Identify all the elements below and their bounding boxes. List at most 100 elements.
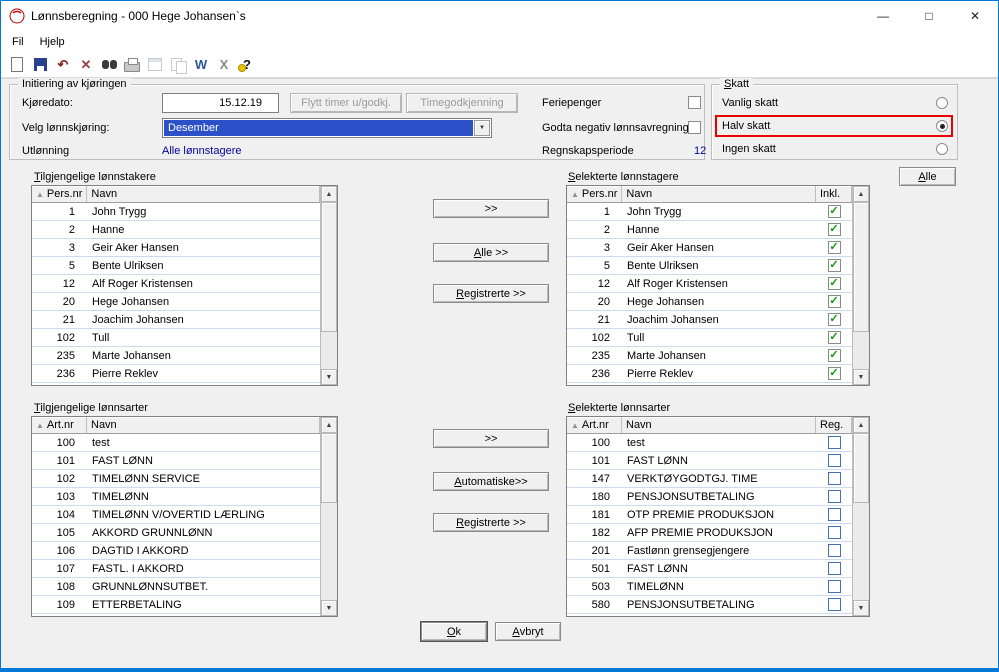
- row-checkbox-unchecked[interactable]: [828, 508, 841, 521]
- list-row[interactable]: 580PENSJONSUTBETALING: [567, 596, 852, 614]
- list-row[interactable]: 102TIMELØNN SERVICE: [32, 470, 320, 488]
- list-row[interactable]: 108GRUNNLØNNSUTBET.: [32, 578, 320, 596]
- row-checkbox-checked[interactable]: ✓: [828, 313, 841, 326]
- list-row[interactable]: 182AFP PREMIE PRODUKSJON: [567, 524, 852, 542]
- scroll-down-icon[interactable]: ▼: [853, 369, 869, 385]
- row-checkbox-checked[interactable]: ✓: [828, 331, 841, 344]
- list-row[interactable]: 106DAGTID I AKKORD: [32, 542, 320, 560]
- list-row[interactable]: 102Tull: [32, 329, 320, 347]
- row-checkbox-checked[interactable]: ✓: [828, 349, 841, 362]
- scroll-thumb[interactable]: [853, 433, 869, 503]
- list-row[interactable]: 101FAST LØNN: [567, 452, 852, 470]
- list-row[interactable]: 2Hanne: [32, 221, 320, 239]
- scroll-down-icon[interactable]: ▼: [853, 600, 869, 616]
- list-row[interactable]: 503TIMELØNN: [567, 578, 852, 596]
- row-checkbox-unchecked[interactable]: [828, 490, 841, 503]
- list-row[interactable]: 103TIMELØNN: [32, 488, 320, 506]
- list-row[interactable]: 235Marte Johansen✓: [567, 347, 852, 365]
- scroll-up-icon[interactable]: ▲: [321, 186, 337, 202]
- registered-paytypes-button[interactable]: Registrerte >>: [433, 513, 549, 532]
- column-header-navn[interactable]: Navn: [87, 186, 320, 202]
- find-icon[interactable]: [98, 55, 120, 75]
- list-row[interactable]: 1John Trygg: [32, 203, 320, 221]
- godta-negativ-checkbox[interactable]: [688, 121, 701, 134]
- list-row[interactable]: 105AKKORD GRUNNLØNN: [32, 524, 320, 542]
- row-checkbox-unchecked[interactable]: [828, 526, 841, 539]
- list-row[interactable]: 104TIMELØNN V/OVERTID LÆRLING: [32, 506, 320, 524]
- column-header-artnr[interactable]: ▲ Art.nr: [567, 417, 622, 433]
- vanlig-skatt-radio[interactable]: [936, 97, 948, 109]
- timegodkjenning-button[interactable]: Timegodkjenning: [406, 93, 518, 113]
- list-row[interactable]: 100test: [567, 434, 852, 452]
- list-row[interactable]: 101FAST LØNN: [32, 452, 320, 470]
- column-header-artnr[interactable]: ▲ Art.nr: [32, 417, 87, 433]
- list-row[interactable]: 147VERKTØYGODTGJ. TIME: [567, 470, 852, 488]
- list-row[interactable]: 501FAST LØNN: [567, 560, 852, 578]
- list-row[interactable]: 21Joachim Johansen: [32, 311, 320, 329]
- row-checkbox-unchecked[interactable]: [828, 544, 841, 557]
- list-row[interactable]: 107FASTL. I AKKORD: [32, 560, 320, 578]
- move-paytype-button[interactable]: >>: [433, 429, 549, 448]
- column-header-persnr[interactable]: ▲ Pers.nr: [32, 186, 87, 202]
- column-header-navn[interactable]: Navn: [87, 417, 320, 433]
- scroll-up-icon[interactable]: ▲: [853, 417, 869, 433]
- row-checkbox-checked[interactable]: ✓: [828, 295, 841, 308]
- cancel-button[interactable]: Avbryt: [495, 622, 561, 641]
- delete-icon[interactable]: ✕: [75, 55, 97, 75]
- alle-top-button[interactable]: Alle: [899, 167, 956, 186]
- column-header-persnr[interactable]: ▲ Pers.nr: [567, 186, 622, 202]
- scrollbar[interactable]: ▲ ▼: [320, 417, 337, 616]
- scroll-thumb[interactable]: [853, 202, 869, 332]
- list-row[interactable]: 2Hanne✓: [567, 221, 852, 239]
- scroll-down-icon[interactable]: ▼: [321, 369, 337, 385]
- kjoredato-input[interactable]: 15.12.19: [162, 93, 279, 113]
- list-row[interactable]: 20Hege Johansen✓: [567, 293, 852, 311]
- menu-fil[interactable]: Fil: [4, 34, 32, 50]
- lonnskjoring-dropdown[interactable]: Desember ▼: [162, 118, 492, 138]
- row-checkbox-checked[interactable]: ✓: [828, 223, 841, 236]
- list-row[interactable]: 180PENSJONSUTBETALING: [567, 488, 852, 506]
- save-icon[interactable]: [29, 55, 51, 75]
- scroll-thumb[interactable]: [321, 433, 337, 503]
- scroll-up-icon[interactable]: ▲: [853, 186, 869, 202]
- column-header-navn[interactable]: Navn: [622, 417, 816, 433]
- registered-employees-button[interactable]: Registrerte >>: [433, 284, 549, 303]
- row-checkbox-checked[interactable]: ✓: [828, 277, 841, 290]
- list-row[interactable]: 3Geir Aker Hansen✓: [567, 239, 852, 257]
- help-icon[interactable]: ?: [236, 55, 258, 75]
- list-row[interactable]: 109ETTERBETALING: [32, 596, 320, 614]
- list-row[interactable]: 3Geir Aker Hansen: [32, 239, 320, 257]
- feriepenger-checkbox[interactable]: [688, 96, 701, 109]
- column-header-navn[interactable]: Navn: [622, 186, 816, 202]
- row-checkbox-unchecked[interactable]: [828, 598, 841, 611]
- list-row[interactable]: 102Tull✓: [567, 329, 852, 347]
- list-row[interactable]: 100test: [32, 434, 320, 452]
- row-checkbox-unchecked[interactable]: [828, 436, 841, 449]
- list-row[interactable]: 12Alf Roger Kristensen✓: [567, 275, 852, 293]
- close-button[interactable]: ✕: [952, 1, 998, 31]
- list-row[interactable]: 1John Trygg✓: [567, 203, 852, 221]
- list-row[interactable]: 236Pierre Reklev✓: [567, 365, 852, 383]
- row-checkbox-unchecked[interactable]: [828, 580, 841, 593]
- list-row[interactable]: 181OTP PREMIE PRODUKSJON: [567, 506, 852, 524]
- row-checkbox-checked[interactable]: ✓: [828, 205, 841, 218]
- dropdown-arrow-icon[interactable]: ▼: [474, 120, 490, 136]
- scrollbar[interactable]: ▲ ▼: [320, 186, 337, 385]
- excel-export-icon[interactable]: X: [213, 55, 235, 75]
- menu-hjelp[interactable]: Hjelp: [32, 34, 73, 50]
- scrollbar[interactable]: ▲ ▼: [852, 186, 869, 385]
- list-row[interactable]: 5Bente Ulriksen: [32, 257, 320, 275]
- new-icon[interactable]: [6, 55, 28, 75]
- list-row[interactable]: 20Hege Johansen: [32, 293, 320, 311]
- column-header-inkl[interactable]: Inkl.: [816, 186, 852, 202]
- move-employee-button[interactable]: >>: [433, 199, 549, 218]
- row-checkbox-unchecked[interactable]: [828, 562, 841, 575]
- row-checkbox-unchecked[interactable]: [828, 472, 841, 485]
- ok-button[interactable]: Ok: [421, 622, 487, 641]
- print-icon[interactable]: [121, 55, 143, 75]
- flytt-timer-button[interactable]: Flytt timer u/godkj.: [290, 93, 402, 113]
- minimize-button[interactable]: —: [860, 1, 906, 31]
- row-checkbox-unchecked[interactable]: [828, 454, 841, 467]
- ingen-skatt-radio[interactable]: [936, 143, 948, 155]
- list-row[interactable]: 5Bente Ulriksen✓: [567, 257, 852, 275]
